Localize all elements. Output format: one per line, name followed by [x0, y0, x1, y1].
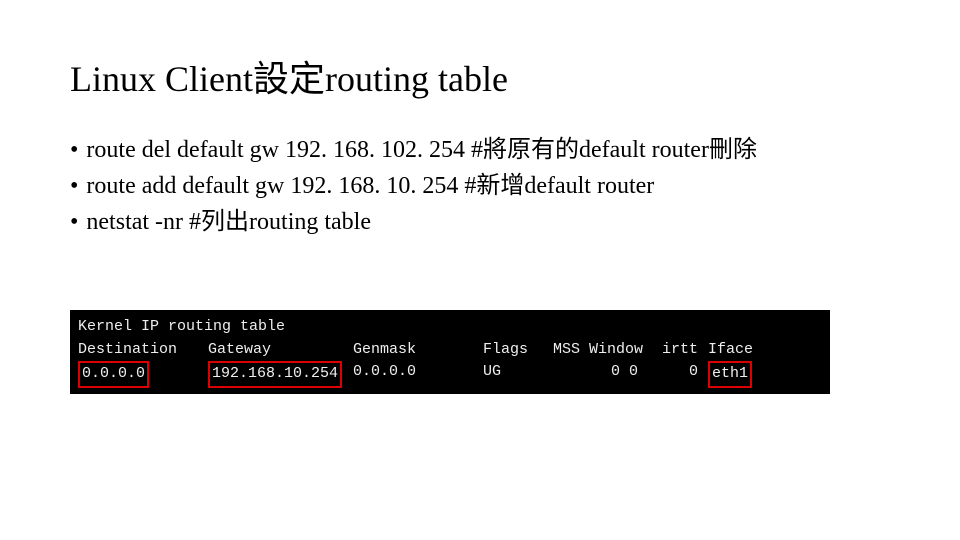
bullet-dot: • [70, 132, 78, 168]
bullet-text: netstat -nr #列出routing table [86, 204, 371, 240]
cell-gateway: 192.168.10.254 [208, 361, 353, 388]
list-item: • route del default gw 192. 168. 102. 25… [70, 132, 890, 168]
col-header-irtt: irtt [648, 339, 708, 362]
col-header-iface: Iface [708, 339, 763, 362]
col-header-gateway: Gateway [208, 339, 353, 362]
terminal-output: Kernel IP routing table Destination Gate… [70, 310, 830, 394]
page-title: Linux Client設定routing table [70, 50, 890, 102]
highlighted-value: 0.0.0.0 [78, 361, 149, 388]
cell-iface: eth1 [708, 361, 763, 388]
list-item: • netstat -nr #列出routing table [70, 204, 890, 240]
bullet-dot: • [70, 168, 78, 204]
cell-mss-window: 0 0 [553, 361, 648, 388]
bullet-list: • route del default gw 192. 168. 102. 25… [70, 132, 890, 240]
col-header-genmask: Genmask [353, 339, 483, 362]
cell-irtt: 0 [648, 361, 708, 388]
bullet-text: route del default gw 192. 168. 102. 254 … [86, 132, 757, 168]
cell-destination: 0.0.0.0 [78, 361, 208, 388]
table-row: 0.0.0.0 192.168.10.254 0.0.0.0 UG 0 0 0 … [78, 361, 822, 388]
terminal-caption: Kernel IP routing table [78, 316, 822, 339]
highlighted-value: 192.168.10.254 [208, 361, 342, 388]
col-header-destination: Destination [78, 339, 208, 362]
list-item: • route add default gw 192. 168. 10. 254… [70, 168, 890, 204]
col-header-mss-window: MSS Window [553, 339, 648, 362]
bullet-dot: • [70, 204, 78, 240]
col-header-flags: Flags [483, 339, 553, 362]
cell-flags: UG [483, 361, 553, 388]
bullet-text: route add default gw 192. 168. 10. 254 #… [86, 168, 654, 204]
highlighted-value: eth1 [708, 361, 752, 388]
cell-genmask: 0.0.0.0 [353, 361, 483, 388]
table-header-row: Destination Gateway Genmask Flags MSS Wi… [78, 339, 822, 362]
